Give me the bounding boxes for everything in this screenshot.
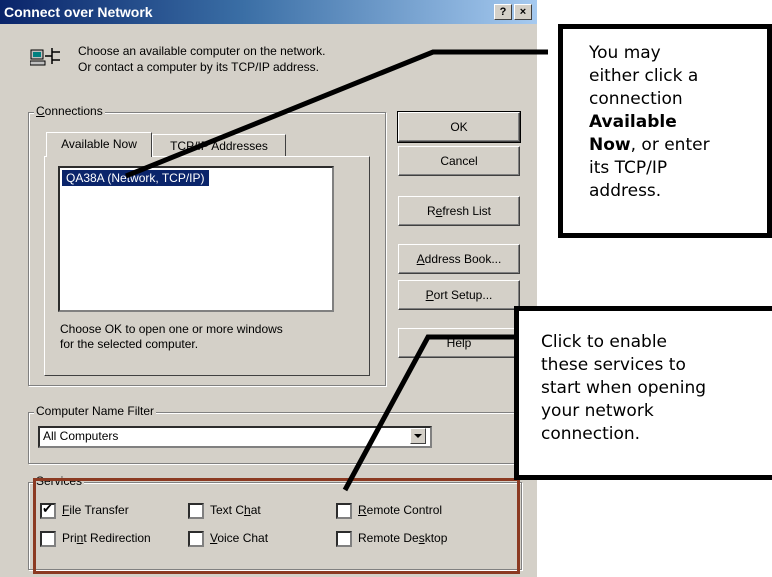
callout-connection: You may either click a connection Availa…: [558, 24, 772, 238]
callout-bottom-line-4: your network: [541, 401, 654, 421]
callout-top-line-4: Available: [589, 112, 677, 132]
callout-top-line-1: You may: [589, 43, 661, 63]
callout-top-line-2: either click a: [589, 66, 699, 86]
callout-top-line-3: connection: [589, 89, 683, 109]
tab-available-now[interactable]: Available Now: [46, 132, 152, 157]
callout-top-line-6: its TCP/IP: [589, 158, 668, 178]
bottom-leader-line: [342, 334, 516, 492]
callout-bottom-line-1: Click to enable: [541, 332, 668, 352]
top-leader-line: [125, 49, 548, 179]
callout-services: Click to enable these services to start …: [514, 306, 772, 480]
callout-bottom-line-5: connection.: [541, 424, 641, 444]
callout-bottom-line-2: these services to: [541, 355, 686, 375]
callout-top-line-5: Now, or enter: [589, 135, 710, 155]
callout-top-line-7: address.: [589, 181, 662, 201]
callout-bottom-line-3: start when opening: [541, 378, 707, 398]
